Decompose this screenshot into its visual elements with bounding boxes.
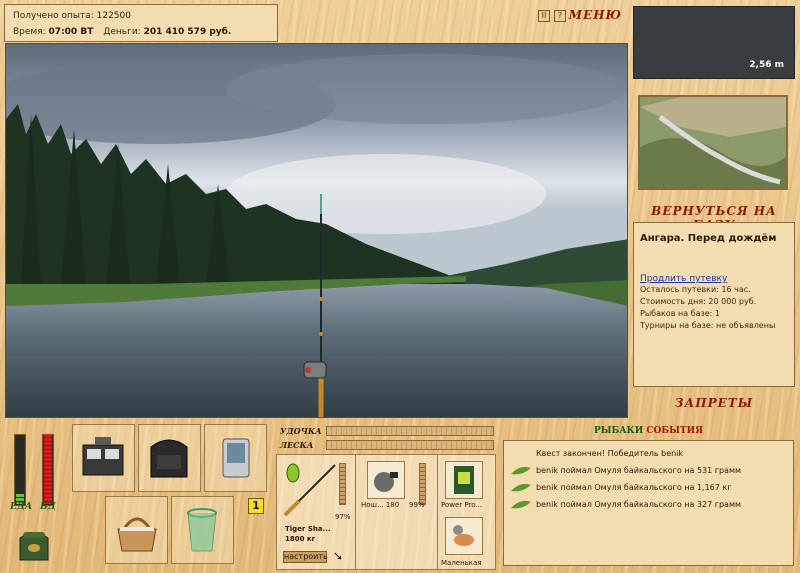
reel-name: Нош... 180 <box>361 501 400 509</box>
fishing-scene[interactable] <box>5 43 628 418</box>
needs-meters: ЕДА ВД <box>4 422 66 570</box>
rod-icon[interactable] <box>279 459 341 521</box>
list-item: benik поймал Омуля байкальского на 327 г… <box>510 496 787 513</box>
permit-remaining: Осталось путевки: 16 час. <box>640 285 751 294</box>
device-slot[interactable] <box>204 424 267 492</box>
keep-net-icon <box>187 508 217 552</box>
location-info: Ангара. Перед дождём Продлить путевку Ос… <box>633 222 795 387</box>
event-text: Квест закончен! Победитель benik <box>536 449 684 458</box>
basket-icon <box>117 517 157 552</box>
bag-icon[interactable] <box>14 524 54 564</box>
tab-fishers[interactable]: РЫБАКИ <box>594 426 643 436</box>
tournaments-info: Турниры на базе: не объявлены <box>640 321 776 330</box>
list-item: Квест закончен! Победитель benik <box>510 445 787 462</box>
location-photo-art <box>640 97 786 188</box>
arrow-icon[interactable]: ➘ <box>333 549 343 563</box>
rod-percent: 97% <box>335 513 351 521</box>
fish-icon <box>511 466 531 474</box>
day-cost: Стоимость дня: 20 000 руб. <box>640 297 757 306</box>
event-text: benik поймал Омуля байкальского на 1,167… <box>536 483 732 492</box>
stats-panel: Получено опыта: 122500 Время: 07:00 ВТ Д… <box>4 4 278 42</box>
help-icon[interactable]: ? <box>554 10 566 22</box>
location-photo <box>638 95 788 190</box>
drink-meter <box>42 434 54 506</box>
rod-condition-bar <box>339 463 346 505</box>
tackle-panel: 97% Tiger Sha... 1800 кг настроить ➘ Нош… <box>276 454 496 570</box>
keep-net-slot[interactable] <box>171 496 234 564</box>
depth-value: 2,56 m <box>749 60 784 70</box>
lure-name: Power Pro... <box>441 501 483 509</box>
depth-sonar: 2,56 m <box>633 6 795 79</box>
rod-tension-label: УДОЧКА <box>280 425 322 436</box>
event-text: benik поймал Омуля байкальского на 327 г… <box>536 500 742 509</box>
experience-value: 122500 <box>96 11 131 21</box>
bait-icon[interactable] <box>445 517 483 555</box>
rod-name: Tiger Sha... <box>285 525 331 533</box>
line-tension-label: ЛЕСКА <box>280 439 314 450</box>
scene-art <box>6 44 627 417</box>
top-bar: II ? МЕНЮ <box>282 4 626 42</box>
slot-count-badge: 1 <box>248 498 264 514</box>
money-label: Деньги: <box>103 27 141 37</box>
reel-condition-bar <box>419 463 426 505</box>
line-tension-bar <box>326 439 494 450</box>
fish-icon <box>511 483 531 491</box>
bans-button[interactable]: ЗАПРЕТЫ <box>633 396 795 410</box>
pda-icon <box>222 438 250 478</box>
food-label: ЕДА <box>10 502 33 512</box>
food-meter <box>14 434 26 506</box>
list-item: benik поймал Омуля байкальского на 531 г… <box>510 462 787 479</box>
tab-events[interactable]: СОБЫТИЯ <box>646 426 703 436</box>
tackle-tension: УДОЧКА ЛЕСКА <box>280 424 494 452</box>
location-name: Ангара. Перед дождём <box>640 233 777 244</box>
extend-permit-link[interactable]: Продлить путевку <box>640 274 788 284</box>
event-text: benik поймал Омуля байкальского на 531 г… <box>536 466 742 475</box>
time-label: Время: <box>13 27 46 37</box>
lure-icon[interactable] <box>445 461 483 499</box>
events-title: РЫБАКИ СОБЫТИЯ <box>501 426 796 436</box>
fishers-count: Рыбаков на базе: 1 <box>640 309 720 318</box>
experience-label: Получено опыта: <box>13 11 94 21</box>
drink-label: ВД <box>40 502 56 512</box>
events-list: Квест закончен! Победитель benik benik п… <box>503 440 794 566</box>
events-panel: РЫБАКИ СОБЫТИЯ Квест закончен! Победител… <box>501 418 796 570</box>
backpack-slot[interactable] <box>138 424 201 492</box>
backpack-icon <box>150 439 188 478</box>
time-value: 07:00 ВТ <box>48 27 94 37</box>
reel-percent: 99% <box>409 501 425 509</box>
reel-icon[interactable] <box>367 461 405 499</box>
menu-button[interactable]: МЕНЮ <box>569 8 622 22</box>
fish-icon <box>511 500 531 508</box>
pause-icon[interactable]: II <box>538 10 550 22</box>
bait-name: Маленькая <box>441 559 482 567</box>
tackle-box-slot[interactable] <box>72 424 135 492</box>
list-item: benik поймал Омуля байкальского на 1,167… <box>510 479 787 496</box>
setup-button[interactable]: настроить <box>283 551 328 563</box>
tackle-box-icon <box>82 437 124 476</box>
food-basket-slot[interactable] <box>105 496 168 564</box>
game-screen: Получено опыта: 122500 Время: 07:00 ВТ Д… <box>0 0 800 573</box>
money-value: 201 410 579 руб. <box>143 27 232 37</box>
rod-tension-bar <box>326 425 494 436</box>
rod-weight: 1800 кг <box>285 535 316 543</box>
